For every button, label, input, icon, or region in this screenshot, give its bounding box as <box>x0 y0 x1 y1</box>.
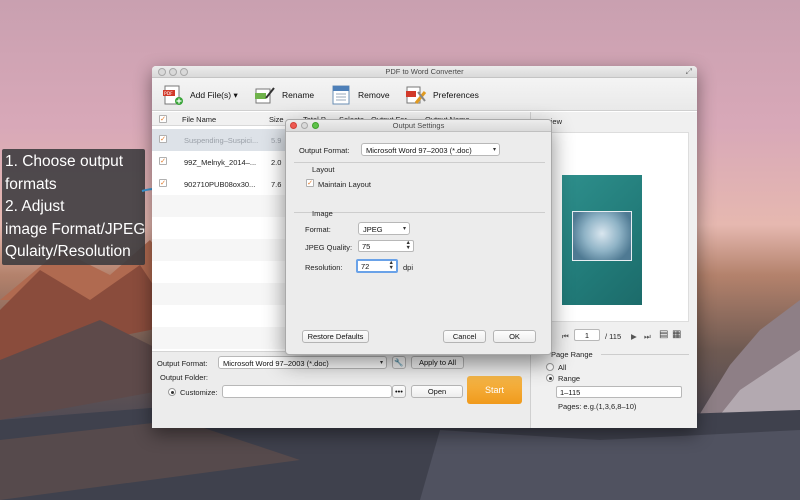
cancel-button[interactable]: Cancel <box>443 330 486 343</box>
open-folder-button[interactable]: Open <box>411 385 463 398</box>
wrench-icon: 🔧 <box>394 358 404 367</box>
rename-icon <box>255 87 275 104</box>
page-preview <box>541 132 689 322</box>
dialog-output-format-select[interactable]: Microsoft Word 97–2003 (*.doc) ▾ <box>361 143 500 156</box>
preferences-label: Preferences <box>433 90 479 100</box>
image-format-value: JPEG <box>363 225 383 234</box>
dialog-title-bar: Output Settings <box>286 120 551 132</box>
callout-line: formats <box>5 175 57 193</box>
jpeg-quality-label: JPEG Quality: <box>305 243 353 252</box>
remove-button[interactable]: Remove <box>330 83 390 107</box>
dpi-unit-label: dpi <box>403 263 414 272</box>
browse-folder-button[interactable]: ••• <box>392 385 406 398</box>
rename-label: Rename <box>282 90 315 100</box>
output-format-select[interactable]: Microsoft Word 97–2003 (*.doc) ▾ <box>218 356 387 369</box>
jpeg-quality-stepper[interactable]: 75 ▲ ▼ <box>358 240 414 252</box>
page-photo-image <box>572 211 632 261</box>
output-format-value: Microsoft Word 97–2003 (*.doc) <box>223 359 329 368</box>
callout-line: Qulaity/Resolution <box>5 243 131 260</box>
row-checkbox[interactable]: ✓ <box>159 179 167 187</box>
file-size: 7.6 <box>271 180 282 189</box>
chevron-down-icon: ▾ <box>231 89 238 100</box>
output-format-label: Output Format: <box>157 359 208 368</box>
remove-icon <box>332 85 350 105</box>
resolution-label: Resolution: <box>305 263 343 272</box>
restore-defaults-button[interactable]: Restore Defaults <box>302 330 369 343</box>
output-folder-label: Output Folder: <box>160 373 208 382</box>
all-pages-radio[interactable] <box>546 363 554 371</box>
format-label: Format: <box>305 225 331 234</box>
stepper-arrows-icon[interactable]: ▲ ▼ <box>406 240 411 251</box>
svg-text:PDF: PDF <box>164 91 173 97</box>
stepper-arrows-icon[interactable]: ▲ ▼ <box>389 260 394 271</box>
range-radio[interactable] <box>546 374 554 382</box>
callout-line: 1. Choose output <box>5 153 124 170</box>
page-number-input[interactable]: 1 <box>574 329 600 341</box>
format-settings-button[interactable]: 🔧 <box>392 356 406 369</box>
dialog-title: Output Settings <box>392 121 445 130</box>
instruction-callout: 1. Choose output formats 2. Adjust image… <box>2 149 145 265</box>
customize-radio[interactable] <box>168 388 176 396</box>
preview-panel: view ⏮ 1 / 115 ▶ ⏭ ▤ ▦ Page Range All Ra… <box>530 112 697 428</box>
image-section-label: Image <box>312 209 333 218</box>
file-size: 5.9 <box>271 136 282 145</box>
row-checkbox[interactable]: ✓ <box>159 157 167 165</box>
fullscreen-icon[interactable]: ⤢ <box>686 67 692 77</box>
export-page-icon[interactable]: ▦ <box>672 329 681 340</box>
image-format-select[interactable]: JPEG ▾ <box>358 222 410 235</box>
customize-label: Customize: <box>180 388 218 397</box>
start-button[interactable]: Start <box>467 376 522 404</box>
rename-button[interactable]: Rename <box>254 83 314 107</box>
first-page-icon[interactable]: ⏮ <box>562 332 569 342</box>
window-title: PDF to Word Converter <box>385 67 464 76</box>
next-page-icon[interactable]: ▶ <box>631 332 637 341</box>
ok-button[interactable]: OK <box>493 330 536 343</box>
chevron-down-icon: ▾ <box>402 226 406 232</box>
column-header-size[interactable]: Size <box>269 115 284 124</box>
callout-line: image Format/JPEG <box>5 220 146 238</box>
page-range-input[interactable]: 1–115 <box>556 386 682 398</box>
output-folder-input[interactable] <box>222 385 392 398</box>
toolbar: PDF Add File(s) ▾ Rename Remove Preferen… <box>152 78 697 111</box>
preferences-button[interactable]: Preferences <box>405 83 479 107</box>
document-icon[interactable]: ▤ <box>659 329 668 340</box>
pages-hint: Pages: e.g.(1,3,6,8–10) <box>558 402 637 411</box>
chevron-down-icon: ▾ <box>379 360 383 366</box>
column-header-file-name[interactable]: File Name <box>182 115 216 124</box>
all-pages-label: All <box>558 363 567 372</box>
add-files-label: Add File(s) <box>190 90 232 100</box>
maintain-layout-checkbox[interactable]: ✓ <box>306 179 314 187</box>
title-bar: PDF to Word Converter ⤢ <box>152 66 697 78</box>
dialog-output-format-value: Microsoft Word 97–2003 (*.doc) <box>366 146 472 155</box>
divider <box>601 354 689 355</box>
file-name: 902710PUB08ox30... <box>184 180 256 189</box>
file-name: 99Z_Melnyk_2014–... <box>184 158 257 167</box>
row-checkbox[interactable]: ✓ <box>159 135 167 143</box>
page-total: / 115 <box>605 332 622 341</box>
page-range-label: Page Range <box>551 350 593 359</box>
range-label: Range <box>558 374 581 383</box>
resolution-value: 72 <box>361 262 370 271</box>
file-name: Suspending–Suspici... <box>184 136 259 145</box>
preferences-icon <box>406 86 427 104</box>
output-settings-dialog: Output Settings Output Format: Microsoft… <box>285 119 552 355</box>
add-files-button[interactable]: PDF Add File(s) ▾ <box>162 83 238 107</box>
maintain-layout-label: Maintain Layout <box>318 180 371 189</box>
file-size: 2.0 <box>271 158 282 167</box>
remove-label: Remove <box>358 90 390 100</box>
chevron-down-icon: ▾ <box>492 147 496 153</box>
add-pdf-icon: PDF <box>163 85 183 105</box>
apply-to-all-button[interactable]: Apply to All <box>411 356 464 369</box>
select-all-checkbox[interactable]: ✓ <box>159 115 167 123</box>
callout-line: 2. Adjust <box>5 198 65 215</box>
divider <box>294 162 545 163</box>
last-page-icon[interactable]: ⏭ <box>644 332 651 342</box>
dialog-output-format-label: Output Format: <box>299 146 350 155</box>
resolution-stepper[interactable]: 72 ▲ ▼ <box>356 259 398 273</box>
layout-section-label: Layout <box>312 165 335 174</box>
jpeg-quality-value: 75 <box>362 242 371 251</box>
